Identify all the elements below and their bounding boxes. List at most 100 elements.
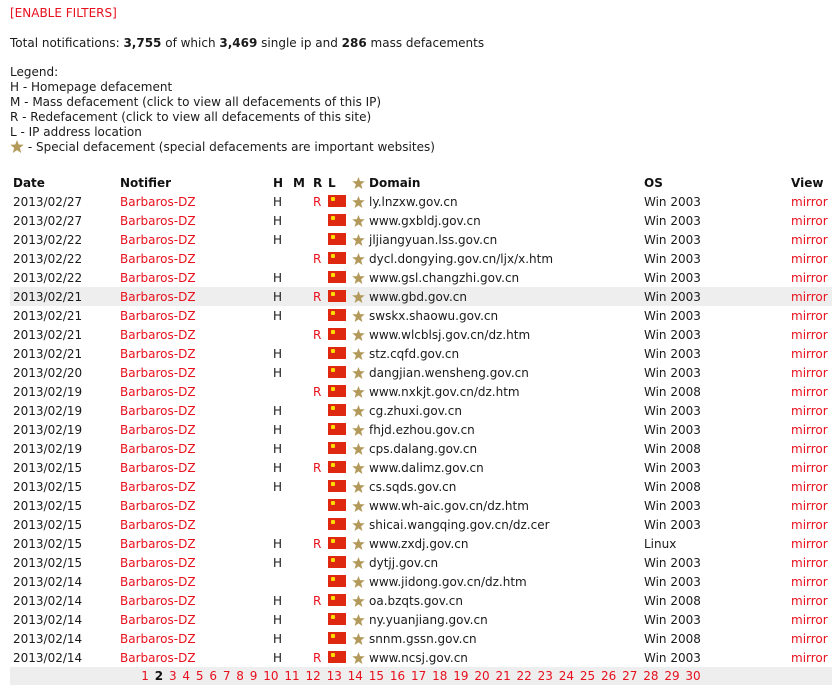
page-link[interactable]: 9 (250, 669, 258, 683)
notifier-link[interactable]: Barbaros-DZ (120, 518, 196, 532)
notifier-link[interactable]: Barbaros-DZ (120, 651, 196, 665)
mirror-link[interactable]: mirror (791, 328, 828, 342)
notifier-link[interactable]: Barbaros-DZ (120, 632, 196, 646)
row-location (325, 439, 349, 458)
page-link[interactable]: 21 (495, 669, 510, 683)
total-notifications-summary: Total notifications: 3,755 of which 3,46… (10, 36, 484, 50)
page-link[interactable]: 15 (369, 669, 384, 683)
page-link[interactable]: 16 (390, 669, 405, 683)
page-link[interactable]: 23 (538, 669, 553, 683)
mirror-link[interactable]: mirror (791, 233, 828, 247)
notifier-link[interactable]: Barbaros-DZ (120, 575, 196, 589)
page-link[interactable]: 6 (209, 669, 217, 683)
mirror-link[interactable]: mirror (791, 214, 828, 228)
notifier-link[interactable]: Barbaros-DZ (120, 290, 196, 304)
notifier-link[interactable]: Barbaros-DZ (120, 385, 196, 399)
row-notifier: Barbaros-DZ (117, 496, 270, 515)
notifier-link[interactable]: Barbaros-DZ (120, 461, 196, 475)
mirror-link[interactable]: mirror (791, 499, 828, 513)
mirror-link[interactable]: mirror (791, 290, 828, 304)
mirror-link[interactable]: mirror (791, 195, 828, 209)
row-location (325, 648, 349, 667)
notifier-link[interactable]: Barbaros-DZ (120, 613, 196, 627)
redeface-link[interactable]: R (313, 594, 321, 608)
page-link[interactable]: 30 (685, 669, 700, 683)
mirror-link[interactable]: mirror (791, 537, 828, 551)
mirror-link[interactable]: mirror (791, 366, 828, 380)
page-link[interactable]: 13 (327, 669, 342, 683)
redeface-link[interactable]: R (313, 328, 321, 342)
notifier-link[interactable]: Barbaros-DZ (120, 233, 196, 247)
page-link[interactable]: 19 (453, 669, 468, 683)
mirror-link[interactable]: mirror (791, 575, 828, 589)
mirror-link[interactable]: mirror (791, 309, 828, 323)
redeface-link[interactable]: R (313, 461, 321, 475)
page-link[interactable]: 10 (263, 669, 278, 683)
notifier-link[interactable]: Barbaros-DZ (120, 214, 196, 228)
mirror-link[interactable]: mirror (791, 252, 828, 266)
mirror-link[interactable]: mirror (791, 632, 828, 646)
mirror-link[interactable]: mirror (791, 613, 828, 627)
page-link[interactable]: 26 (601, 669, 616, 683)
page-link[interactable]: 12 (305, 669, 320, 683)
mirror-link[interactable]: mirror (791, 594, 828, 608)
page-link[interactable]: 25 (580, 669, 595, 683)
mirror-link[interactable]: mirror (791, 347, 828, 361)
redeface-link[interactable]: R (313, 290, 321, 304)
notifier-link[interactable]: Barbaros-DZ (120, 537, 196, 551)
row-redeface-flag (310, 363, 325, 382)
notifier-link[interactable]: Barbaros-DZ (120, 594, 196, 608)
page-link[interactable]: 11 (284, 669, 299, 683)
row-notifier: Barbaros-DZ (117, 192, 270, 211)
notifier-link[interactable]: Barbaros-DZ (120, 480, 196, 494)
redeface-link[interactable]: R (313, 195, 321, 209)
page-link[interactable]: 3 (169, 669, 177, 683)
page-link[interactable]: 4 (182, 669, 190, 683)
notifier-link[interactable]: Barbaros-DZ (120, 423, 196, 437)
notifier-link[interactable]: Barbaros-DZ (120, 442, 196, 456)
row-redeface-flag (310, 230, 325, 249)
mirror-link[interactable]: mirror (791, 651, 828, 665)
star-icon (352, 176, 366, 189)
page-link[interactable]: 17 (411, 669, 426, 683)
notifier-link[interactable]: Barbaros-DZ (120, 309, 196, 323)
page-link[interactable]: 28 (643, 669, 658, 683)
page-link[interactable]: 5 (196, 669, 204, 683)
notifier-link[interactable]: Barbaros-DZ (120, 556, 196, 570)
row-domain: stz.cqfd.gov.cn (369, 346, 460, 361)
page-link[interactable]: 22 (517, 669, 532, 683)
redeface-link[interactable]: R (313, 385, 321, 399)
page-link[interactable]: 14 (348, 669, 363, 683)
redeface-link[interactable]: R (313, 252, 321, 266)
mirror-link[interactable]: mirror (791, 423, 828, 437)
page-link[interactable]: 18 (432, 669, 447, 683)
mirror-link[interactable]: mirror (791, 271, 828, 285)
row-redeface-flag: R (310, 648, 325, 667)
mirror-link[interactable]: mirror (791, 461, 828, 475)
redeface-link[interactable]: R (313, 651, 321, 665)
page-link[interactable]: 29 (664, 669, 679, 683)
mirror-link[interactable]: mirror (791, 404, 828, 418)
mirror-link[interactable]: mirror (791, 442, 828, 456)
notifier-link[interactable]: Barbaros-DZ (120, 195, 196, 209)
notifier-link[interactable]: Barbaros-DZ (120, 366, 196, 380)
notifier-link[interactable]: Barbaros-DZ (120, 328, 196, 342)
mirror-link[interactable]: mirror (791, 385, 828, 399)
notifier-link[interactable]: Barbaros-DZ (120, 499, 196, 513)
page-link[interactable]: 7 (223, 669, 231, 683)
mirror-link[interactable]: mirror (791, 518, 828, 532)
mirror-link[interactable]: mirror (791, 556, 828, 570)
notifier-link[interactable]: Barbaros-DZ (120, 252, 196, 266)
page-link[interactable]: 8 (236, 669, 244, 683)
table-row: 2013/02/19 Barbaros-DZ Hfhjd.ezhou.gov.cn W… (10, 420, 832, 439)
notifier-link[interactable]: Barbaros-DZ (120, 404, 196, 418)
redeface-link[interactable]: R (313, 537, 321, 551)
notifier-link[interactable]: Barbaros-DZ (120, 271, 196, 285)
mirror-link[interactable]: mirror (791, 480, 828, 494)
notifier-link[interactable]: Barbaros-DZ (120, 347, 196, 361)
page-link[interactable]: 1 (141, 669, 149, 683)
enable-filters-link[interactable]: [ENABLE FILTERS] (10, 6, 117, 20)
page-link[interactable]: 24 (559, 669, 574, 683)
page-link[interactable]: 20 (474, 669, 489, 683)
page-link[interactable]: 27 (622, 669, 637, 683)
